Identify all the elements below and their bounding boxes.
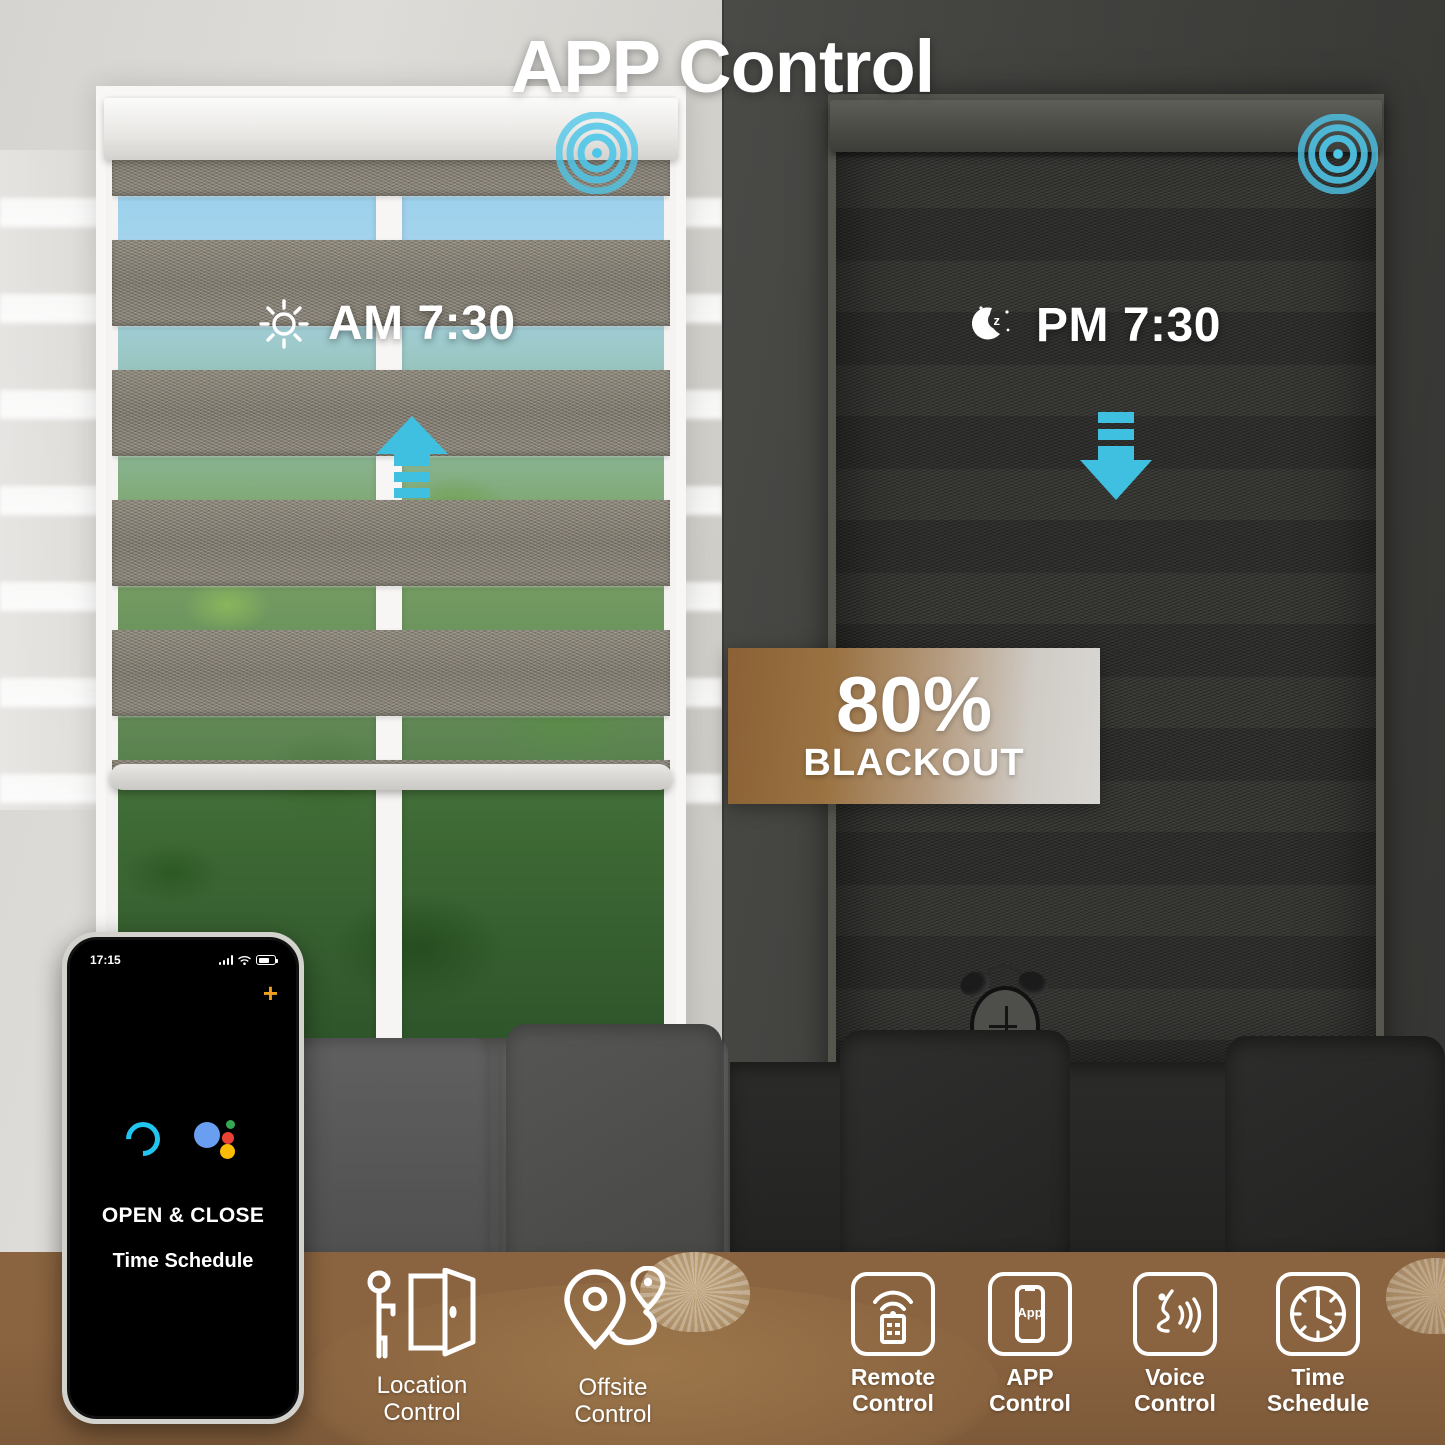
feature-location-control[interactable]: Location Control	[332, 1268, 512, 1427]
bottom-rail-left	[110, 764, 672, 790]
feature-voice-label: Voice Control	[1134, 1364, 1216, 1416]
google-assistant-logo	[194, 1118, 240, 1160]
sun-icon	[259, 298, 309, 349]
arrow-up-icon	[376, 416, 448, 498]
feature-time-schedule[interactable]: Time Schedule	[1253, 1272, 1383, 1417]
clock-icon	[1276, 1272, 1360, 1356]
product-marketing-image: APP Control AM 7:30 z PM 7:30 80% BLACKO…	[0, 0, 1445, 1445]
assistant-logos	[70, 1114, 296, 1164]
remote-signal-icon	[851, 1272, 935, 1356]
signal-rings-icon	[556, 112, 638, 194]
day-time-label: AM 7:30	[328, 297, 516, 350]
blackout-caption: BLACKOUT	[803, 741, 1025, 784]
app-phone-icon: App	[988, 1272, 1072, 1356]
blackout-badge: 80% BLACKOUT	[728, 648, 1100, 804]
pillow-left	[506, 1024, 722, 1252]
arrow-down-icon	[1080, 412, 1152, 500]
app-icon-text: App	[1017, 1305, 1042, 1320]
phone-screen[interactable]: 17:15 + OPEN & CLOSE Time Schedule	[67, 937, 299, 1419]
pillow-right-1	[840, 1030, 1070, 1252]
phone-status-bar: 17:15	[70, 950, 296, 970]
feature-app-label: APP Control	[989, 1364, 1071, 1416]
moon-sleep-icon: z	[971, 305, 1010, 339]
phone-subline: Time Schedule	[112, 1250, 254, 1272]
svg-text:z: z	[994, 313, 1001, 328]
feature-offsite-label: Offsite Control	[574, 1374, 652, 1428]
feature-remote-label: Remote Control	[850, 1364, 936, 1416]
smartphone-mockup: 17:15 + OPEN & CLOSE Time Schedule	[62, 932, 304, 1424]
cellular-signal-icon	[218, 955, 233, 965]
day-time-row: AM 7:30	[258, 296, 516, 351]
scene-divider	[722, 0, 724, 1445]
feature-time-label: Time Schedule	[1266, 1364, 1370, 1416]
offsite-map-pin-icon	[564, 1266, 666, 1350]
add-device-button[interactable]: +	[263, 980, 278, 1006]
feature-voice-control[interactable]: Voice Control	[1110, 1272, 1240, 1417]
location-door-icon	[367, 1268, 476, 1359]
phone-headline: OPEN & CLOSE	[101, 1204, 265, 1227]
feature-app-control[interactable]: App APP Control	[965, 1272, 1095, 1417]
pillow-right-2	[1225, 1036, 1445, 1252]
clock-hour-hand	[988, 1024, 1017, 1028]
feature-location-label: Location Control	[376, 1372, 468, 1426]
blackout-shade-right	[836, 104, 1376, 1074]
voice-waves-icon	[1133, 1272, 1217, 1356]
feature-remote-control[interactable]: Remote Control	[828, 1272, 958, 1417]
phone-status-time: 17:15	[90, 953, 121, 967]
signal-rings-icon	[1298, 114, 1378, 194]
night-time-label: PM 7:30	[1036, 299, 1221, 352]
alexa-logo	[118, 1114, 168, 1164]
battery-icon	[256, 955, 278, 965]
blackout-percent: 80%	[835, 660, 993, 749]
wifi-icon	[238, 955, 251, 965]
feature-offsite-control[interactable]: Offsite Control	[523, 1266, 703, 1429]
page-title: APP Control	[510, 25, 935, 108]
night-time-row: z PM 7:30	[966, 298, 1221, 353]
